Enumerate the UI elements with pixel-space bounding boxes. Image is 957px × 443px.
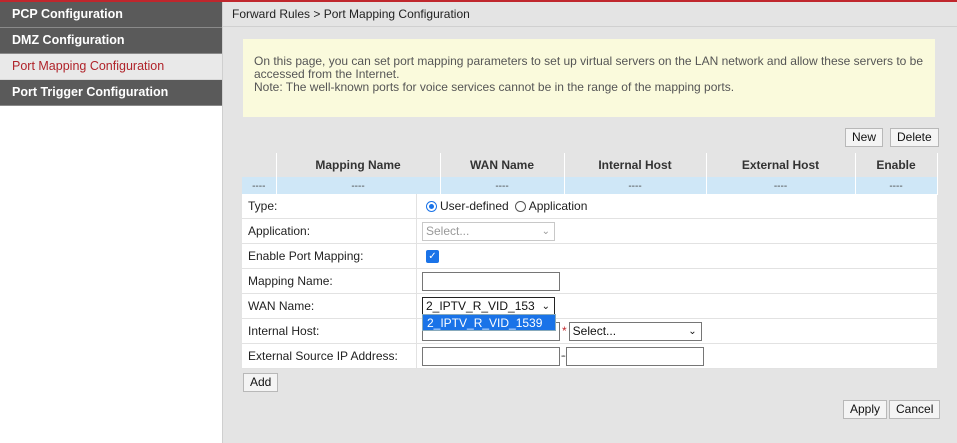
form-row-enable: Enable Port Mapping: ✓ (242, 244, 937, 269)
table-cell: ---- (564, 177, 707, 195)
table-header-internal-host: Internal Host (564, 153, 707, 177)
new-button[interactable]: New (845, 128, 884, 147)
apply-button[interactable]: Apply (843, 400, 888, 419)
application-select-value: Select... (426, 223, 470, 238)
divider (416, 194, 417, 219)
enable-port-mapping-label: Enable Port Mapping: (248, 249, 364, 263)
add-button[interactable]: Add (243, 373, 279, 392)
table-cell: ---- (242, 177, 277, 195)
internal-host-label: Internal Host: (248, 324, 320, 338)
type-user-defined-radio[interactable] (426, 200, 437, 212)
chevron-down-icon: ⌄ (541, 300, 550, 312)
table-header-external-host: External Host (706, 153, 856, 177)
table-cell: ---- (440, 177, 565, 195)
sidebar-item-port-mapping[interactable]: Port Mapping Configuration (0, 54, 222, 80)
table-header-wan-name: WAN Name (440, 153, 565, 177)
external-source-ip-label: External Source IP Address: (248, 349, 398, 363)
sidebar-item-pcp[interactable]: PCP Configuration (0, 2, 222, 28)
mapping-name-label: Mapping Name: (248, 274, 333, 288)
table-cell: ---- (855, 177, 938, 195)
mapping-name-input[interactable] (422, 271, 560, 291)
table-row[interactable]: ---- ---- ---- ---- ---- ---- (242, 177, 938, 195)
application-select: Select... ⌄ (422, 221, 555, 241)
chevron-down-icon: ⌄ (541, 225, 550, 237)
cancel-button[interactable]: Cancel (889, 400, 941, 419)
wan-name-dropdown-option[interactable]: 2_IPTV_R_VID_1539 (422, 314, 556, 331)
internal-host-select[interactable]: Select... ⌄ (568, 321, 702, 341)
mapping-table: Mapping Name WAN Name Internal Host Exte… (242, 153, 938, 195)
internal-host-select-value: Select... (572, 323, 617, 338)
info-note: On this page, you can set port mapping p… (243, 39, 935, 117)
table-header-row: Mapping Name WAN Name Internal Host Exte… (242, 153, 938, 177)
enable-port-mapping-checkbox[interactable]: ✓ (426, 249, 439, 263)
table-header-enable: Enable (855, 153, 938, 177)
required-marker: * (562, 324, 567, 338)
main-panel: Forward Rules > Port Mapping Configurati… (223, 2, 957, 443)
type-user-defined-label[interactable]: User-defined (440, 199, 509, 213)
type-application-radio[interactable] (514, 200, 526, 212)
table-header-mapping-name: Mapping Name (276, 153, 441, 177)
form-row-internal-host: Internal Host: * Select... ⌄ (242, 319, 937, 344)
wan-name-select-value: 2_IPTV_R_VID_153 (426, 298, 535, 313)
type-label: Type: (248, 199, 278, 213)
form-row-wan-name: WAN Name: 2_IPTV_R_VID_153 ⌄ (242, 294, 937, 319)
table-header-select (242, 153, 277, 177)
divider (416, 244, 417, 269)
wan-name-select[interactable]: 2_IPTV_R_VID_153 ⌄ (422, 296, 555, 316)
form-row-application: Application: Select... ⌄ (242, 219, 937, 244)
wan-name-label: WAN Name: (248, 299, 315, 313)
form-row-external-source-ip: External Source IP Address: -- (242, 344, 937, 369)
divider (416, 319, 417, 344)
divider (416, 219, 417, 244)
range-separator: -- (561, 350, 565, 362)
note-line-1: On this page, you can set port mapping p… (254, 54, 924, 81)
divider (416, 294, 417, 319)
sidebar: PCP Configuration DMZ Configuration Port… (0, 2, 223, 443)
sidebar-item-port-trigger[interactable]: Port Trigger Configuration (0, 80, 222, 106)
table-cell: ---- (706, 177, 856, 195)
form-row-mapping-name: Mapping Name: (242, 269, 937, 294)
note-line-2: Note: The well-known ports for voice ser… (254, 80, 735, 94)
mapping-form: Type: User-defined Application Applicati… (242, 194, 937, 369)
breadcrumb: Forward Rules > Port Mapping Configurati… (223, 2, 957, 27)
sidebar-item-dmz[interactable]: DMZ Configuration (0, 28, 222, 54)
table-cell: ---- (276, 177, 441, 195)
chevron-down-icon: ⌄ (688, 325, 697, 337)
divider (416, 269, 417, 294)
form-row-type: Type: User-defined Application (242, 194, 937, 219)
divider (416, 344, 417, 369)
external-source-ip-start-input[interactable] (422, 346, 560, 366)
delete-button[interactable]: Delete (890, 128, 939, 147)
external-source-ip-end-input[interactable] (565, 346, 704, 366)
application-label: Application: (248, 224, 311, 238)
type-application-label[interactable]: Application (529, 199, 588, 213)
